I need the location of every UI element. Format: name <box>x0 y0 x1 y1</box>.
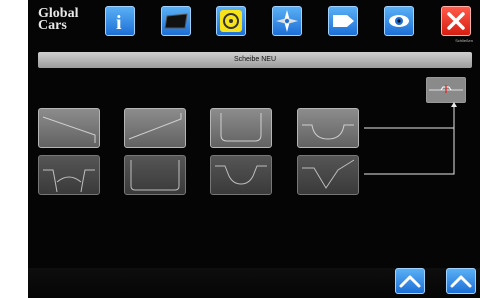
notch-trapezoid-icon <box>215 165 267 185</box>
page-up-button[interactable] <box>446 268 476 294</box>
slope-down-icon <box>42 116 96 143</box>
arch-icon <box>43 169 95 193</box>
shape-rounded-rect[interactable] <box>124 155 186 195</box>
slope-up-icon <box>128 113 182 140</box>
v-notch-icon <box>302 159 355 189</box>
shape-u-narrow[interactable] <box>210 108 272 148</box>
shape-slope-down[interactable] <box>38 108 100 148</box>
u-narrow-icon <box>220 113 262 142</box>
shape-notch-trapezoid[interactable] <box>210 155 272 195</box>
shape-v-notch[interactable] <box>297 155 359 195</box>
chevron-up-icon <box>399 275 421 288</box>
shape-u-wide[interactable] <box>297 108 359 148</box>
shape-arch[interactable] <box>38 155 100 195</box>
app-screen: Global Cars i Schließen Scheibe NEU <box>28 0 480 298</box>
rounded-rect-icon <box>130 160 180 191</box>
shape-slope-up[interactable] <box>124 108 186 148</box>
chevron-up-icon <box>450 275 472 288</box>
u-wide-icon <box>302 124 354 140</box>
scroll-up-button[interactable] <box>395 268 425 294</box>
connector-lines <box>364 102 457 175</box>
